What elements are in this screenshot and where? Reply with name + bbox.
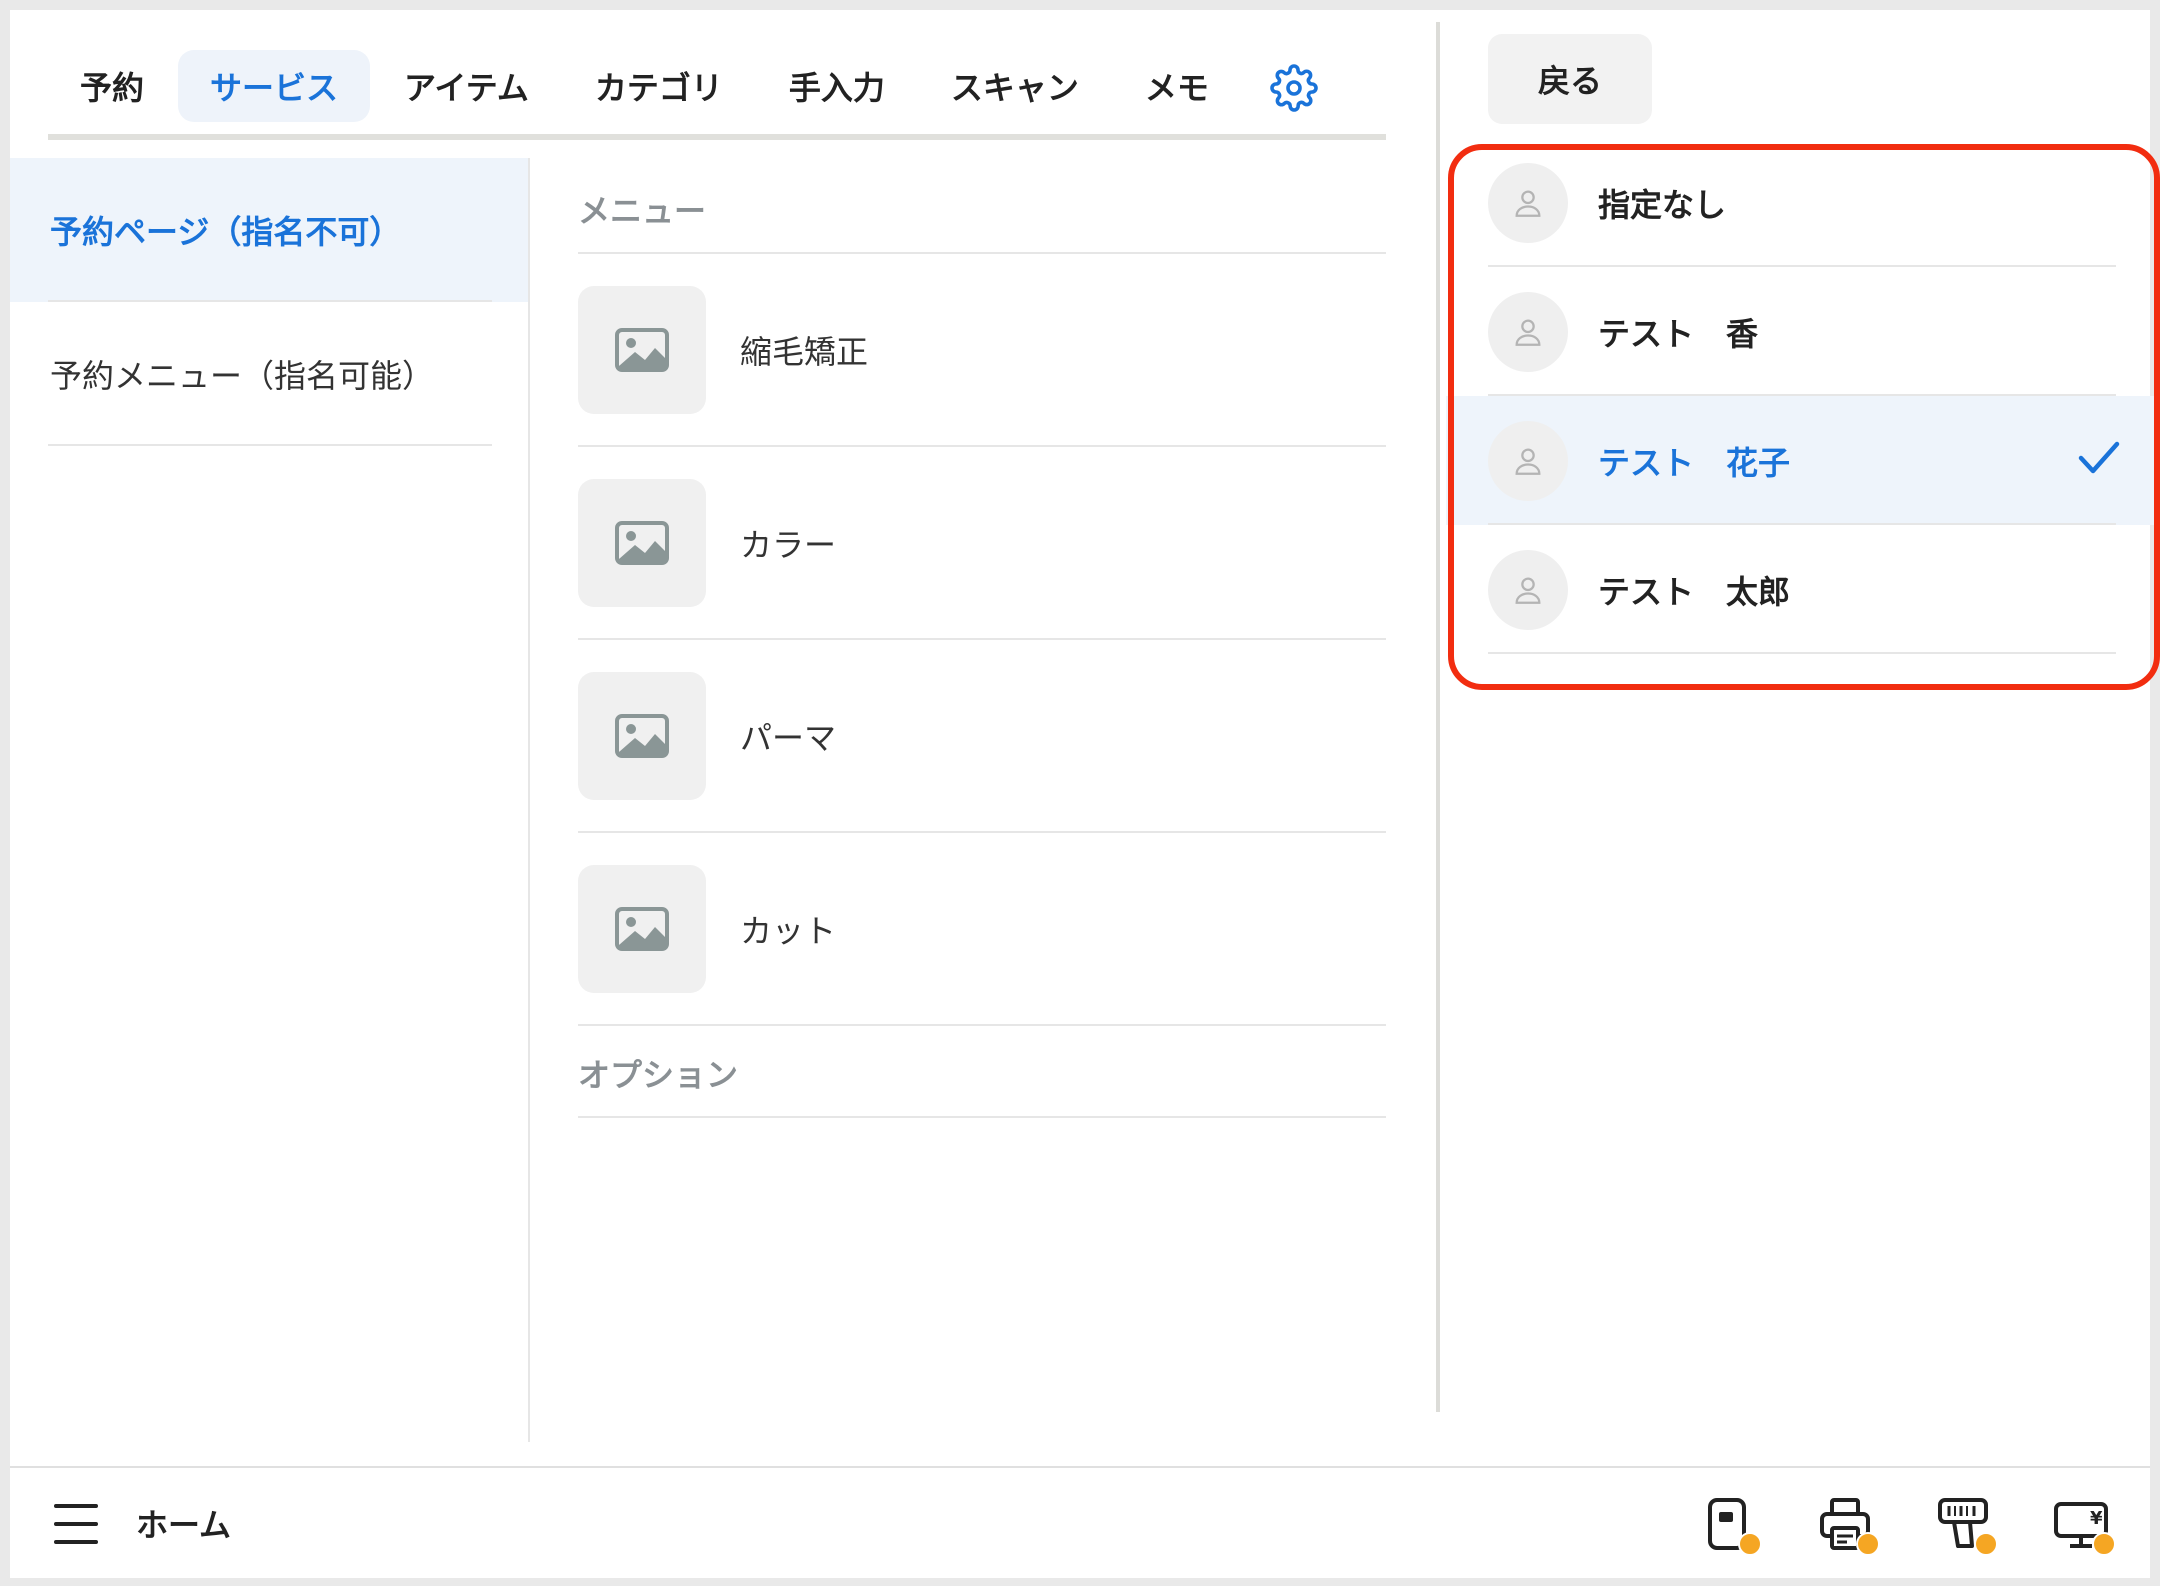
customer-display-icon[interactable]: ¥: [2052, 1494, 2116, 1556]
person-icon: [1488, 420, 1568, 501]
menu-item-label: 縮毛矯正: [740, 332, 869, 371]
bottom-bar: ホーム ¥: [10, 1466, 2150, 1578]
menu-item[interactable]: 縮毛矯正: [578, 254, 1386, 447]
staff-name: テスト 太郎: [1598, 572, 1791, 611]
tab-manual-entry[interactable]: 手入力: [757, 50, 917, 122]
tab-memo[interactable]: メモ: [1113, 50, 1241, 122]
sidebar-item-label: 予約メニュー（指名可能）: [50, 357, 435, 395]
tab-item[interactable]: アイテム: [372, 50, 561, 122]
tab-service[interactable]: サービス: [178, 50, 371, 122]
panel-divider: [1436, 22, 1440, 1412]
menu-item-label: カラー: [740, 525, 837, 564]
card-reader-icon[interactable]: [1698, 1494, 1762, 1556]
hamburger-menu-icon[interactable]: [54, 1504, 98, 1544]
tab-reservation[interactable]: 予約: [48, 50, 176, 122]
back-button[interactable]: 戻る: [1488, 34, 1652, 124]
staff-item[interactable]: 指定なし: [1446, 138, 2160, 267]
section-header-menu: メニュー: [578, 158, 1386, 254]
tab-scan[interactable]: スキャン: [919, 50, 1111, 122]
image-placeholder-icon: [578, 671, 706, 800]
image-placeholder-icon: [578, 478, 706, 607]
gear-icon[interactable]: [1266, 60, 1322, 116]
staff-item[interactable]: テスト 太郎: [1446, 525, 2160, 654]
menu-item[interactable]: カラー: [578, 447, 1386, 640]
person-icon: [1488, 162, 1568, 243]
sidebar-item-reservation-page[interactable]: 予約ページ（指名不可）: [10, 158, 528, 302]
app-window: 予約 サービス アイテム カテゴリ 手入力 スキャン メモ 予約ページ（指名不可…: [10, 10, 2160, 1578]
menu-item-label: パーマ: [740, 718, 837, 757]
sidebar-item-label: 予約ページ（指名不可）: [50, 213, 402, 251]
staff-name: テスト 香: [1598, 314, 1759, 353]
staff-name: テスト 花子: [1598, 443, 1791, 482]
tab-category[interactable]: カテゴリ: [563, 50, 755, 122]
receipt-printer-icon[interactable]: [1816, 1494, 1880, 1556]
staff-name: 指定なし: [1598, 185, 1727, 224]
staff-item[interactable]: テスト 香: [1446, 267, 2160, 396]
home-label: ホーム: [136, 1506, 232, 1544]
staff-list: 指定なし テスト 香 テスト 花子 テスト 太郎: [1446, 138, 2160, 654]
person-icon: [1488, 549, 1568, 630]
barcode-scanner-icon[interactable]: [1934, 1494, 1998, 1556]
tab-bar: 予約 サービス アイテム カテゴリ 手入力 スキャン メモ: [48, 50, 1243, 122]
person-icon: [1488, 291, 1568, 372]
menu-item-label: カット: [740, 911, 837, 950]
image-placeholder-icon: [578, 864, 706, 993]
section-header-option: オプション: [578, 1026, 1386, 1118]
staff-item-selected[interactable]: テスト 花子: [1446, 396, 2160, 525]
image-placeholder-icon: [578, 285, 706, 414]
sidebar-item-reservation-menu[interactable]: 予約メニュー（指名可能）: [10, 302, 528, 446]
tab-bar-underline: [48, 134, 1386, 140]
svg-text:¥: ¥: [2090, 1508, 2103, 1529]
menu-item[interactable]: カット: [578, 833, 1386, 1026]
menu-item[interactable]: パーマ: [578, 640, 1386, 833]
menu-list: メニュー 縮毛矯正 カラー パーマ カット オプション: [578, 158, 1386, 1118]
checkmark-icon: [2078, 440, 2120, 480]
category-sidebar: 予約ページ（指名不可） 予約メニュー（指名可能）: [10, 158, 530, 1442]
